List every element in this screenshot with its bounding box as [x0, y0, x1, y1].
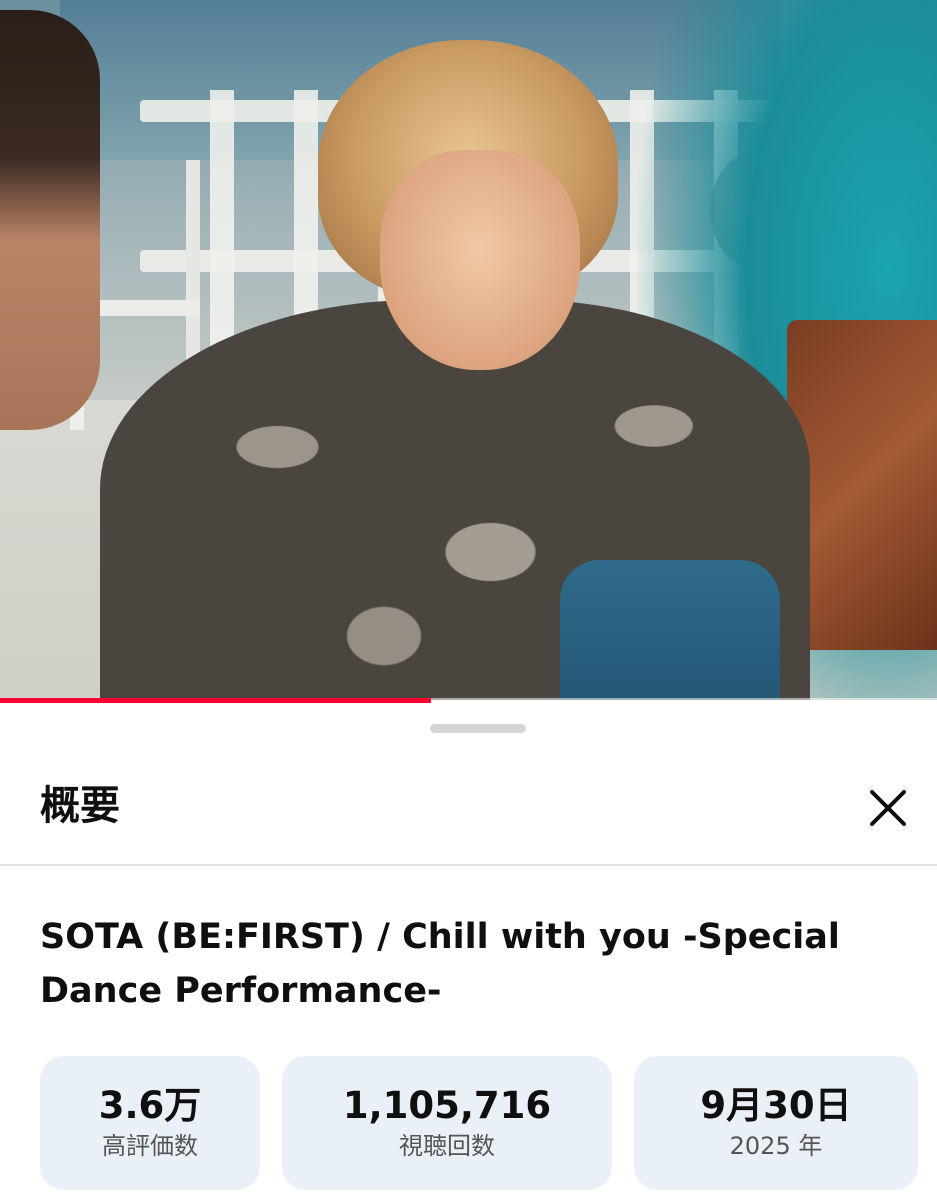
publish-date: 9月30日	[700, 1084, 852, 1127]
likes-count: 3.6万	[98, 1084, 202, 1127]
likes-label: 高評価数	[102, 1132, 198, 1160]
video-frame-person-face	[380, 150, 580, 370]
video-frame-person-left	[0, 10, 100, 430]
publish-date-stat: 9月30日 2025 年	[634, 1056, 918, 1190]
views-count: 1,105,716	[342, 1084, 552, 1127]
sheet-title: 概要	[40, 783, 120, 829]
video-progress-bar[interactable]	[0, 698, 937, 703]
views-label: 視聴回数	[399, 1132, 495, 1160]
video-progress-fill	[0, 698, 432, 703]
sheet-drag-handle[interactable]	[430, 724, 526, 733]
close-icon	[870, 790, 906, 826]
video-player[interactable]	[0, 0, 937, 700]
likes-stat: 3.6万 高評価数	[40, 1056, 260, 1190]
views-stat: 1,105,716 視聴回数	[282, 1056, 612, 1190]
close-button[interactable]	[862, 782, 914, 834]
video-frame-person-jeans	[560, 560, 780, 700]
publish-year: 2025 年	[729, 1132, 823, 1160]
video-title: SOTA (BE:FIRST) / Chill with you -Specia…	[40, 917, 840, 1011]
sheet-divider	[0, 864, 937, 866]
description-sheet: 概要 SOTA (BE:FIRST) / Chill with you -Spe…	[0, 704, 937, 1199]
